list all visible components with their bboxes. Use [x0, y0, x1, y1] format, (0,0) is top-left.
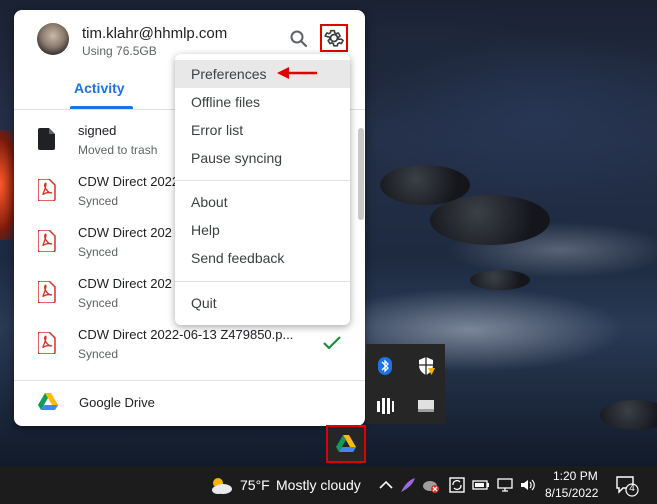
- removable-drive-icon[interactable]: [416, 396, 436, 416]
- pdf-icon: [38, 230, 56, 252]
- settings-menu: Preferences Offline files Error list Pau…: [175, 54, 350, 325]
- check-icon: [323, 336, 341, 350]
- bluetooth-icon[interactable]: [375, 356, 395, 376]
- google-drive-link[interactable]: Google Drive: [79, 395, 155, 410]
- clock-date[interactable]: 8/15/2022: [545, 486, 598, 500]
- menu-divider: [175, 281, 350, 282]
- search-icon: [290, 30, 308, 48]
- notification-count-badge: 4: [629, 483, 635, 494]
- audio-device-icon[interactable]: [375, 396, 395, 416]
- menu-item-error-list[interactable]: Error list: [175, 116, 350, 144]
- google-drive-logo-icon: [38, 393, 58, 410]
- file-name: CDW Direct 2022: [78, 174, 180, 189]
- tray-overflow-popup: [366, 344, 445, 424]
- feather-app-icon[interactable]: [399, 476, 417, 494]
- weather-condition[interactable]: Mostly cloudy: [276, 477, 361, 493]
- rock: [470, 270, 530, 290]
- file-name: CDW Direct 202: [78, 225, 172, 240]
- search-button[interactable]: [287, 27, 311, 51]
- weather-temperature[interactable]: 75°F: [240, 477, 270, 493]
- rock: [600, 400, 657, 430]
- file-status: Synced: [78, 347, 119, 361]
- file-status: Synced: [78, 296, 119, 310]
- volume-icon[interactable]: [519, 476, 537, 494]
- notification-center-button[interactable]: 4: [614, 474, 640, 498]
- notification-icon: [616, 476, 639, 497]
- chevron-up-icon[interactable]: [377, 476, 395, 494]
- menu-item-help[interactable]: Help: [175, 216, 350, 244]
- gear-icon: [324, 29, 344, 47]
- cloud-error-icon[interactable]: [422, 476, 440, 494]
- file-status: Moved to trash: [78, 143, 158, 157]
- menu-divider: [175, 180, 350, 181]
- battery-icon[interactable]: [472, 476, 490, 494]
- file-status: Synced: [78, 245, 119, 259]
- annotation-arrow-icon: [277, 67, 317, 79]
- account-email: tim.klahr@hhmlp.com: [82, 25, 228, 42]
- menu-item-pause-syncing[interactable]: Pause syncing: [175, 144, 350, 172]
- pdf-icon: [38, 179, 56, 201]
- menu-item-offline-files[interactable]: Offline files: [175, 88, 350, 116]
- pdf-icon: [38, 281, 56, 303]
- storage-usage: Using 76.5GB: [82, 44, 157, 58]
- taskbar: 75°F Mostly cloudy 1:20 PM 8/15/2022 4: [0, 466, 657, 504]
- file-status: Synced: [78, 194, 119, 208]
- footer-divider: [14, 380, 365, 381]
- scrollbar-thumb[interactable]: [358, 128, 364, 220]
- settings-button[interactable]: [320, 24, 348, 52]
- clock-time[interactable]: 1:20 PM: [553, 469, 598, 483]
- activity-item[interactable]: CDW Direct 2022-06-13 Z479850.p... Synce…: [14, 320, 365, 371]
- avatar[interactable]: [37, 23, 69, 55]
- rock: [430, 195, 550, 245]
- file-name: signed: [78, 123, 117, 138]
- file-icon: [38, 128, 55, 150]
- tab-activity[interactable]: Activity: [74, 80, 125, 96]
- network-icon[interactable]: [496, 476, 514, 494]
- google-drive-tray-button[interactable]: [326, 425, 366, 463]
- menu-item-preferences[interactable]: Preferences: [175, 60, 350, 88]
- sync-app-icon[interactable]: [448, 476, 466, 494]
- menu-item-quit[interactable]: Quit: [175, 289, 350, 317]
- file-name: CDW Direct 202: [78, 276, 172, 291]
- partly-cloudy-icon: [212, 478, 232, 494]
- google-drive-icon: [336, 435, 356, 452]
- file-name: CDW Direct 2022-06-13 Z479850.p...: [78, 327, 294, 342]
- pdf-icon: [38, 332, 56, 354]
- menu-item-send-feedback[interactable]: Send feedback: [175, 244, 350, 272]
- menu-item-about[interactable]: About: [175, 188, 350, 216]
- security-shield-icon[interactable]: [416, 356, 436, 376]
